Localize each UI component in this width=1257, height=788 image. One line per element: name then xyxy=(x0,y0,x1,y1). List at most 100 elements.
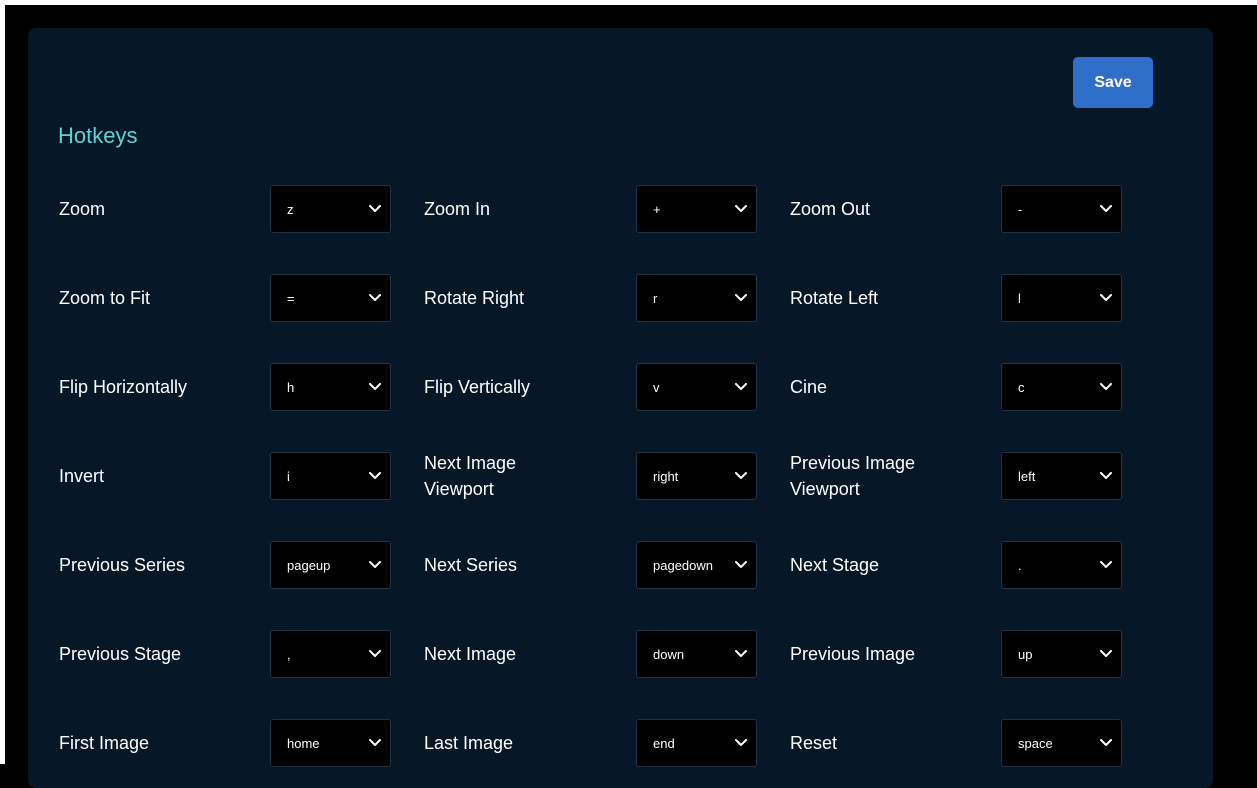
hotkey-label-next-stage: Next Stage xyxy=(790,550,879,580)
hotkey-label-previous-stage: Previous Stage xyxy=(59,639,181,669)
hotkey-label-reset: Reset xyxy=(790,728,837,758)
chevron-down-icon xyxy=(1095,465,1117,487)
hotkey-label-first-image: First Image xyxy=(59,728,149,758)
hotkey-select-value: pageup xyxy=(287,557,331,573)
hotkey-label-zoom-to-fit: Zoom to Fit xyxy=(59,283,150,313)
hotkey-select-rotate-right[interactable]: r xyxy=(636,274,757,322)
hotkey-select-zoom[interactable]: z xyxy=(270,185,391,233)
hotkey-label-line: Zoom xyxy=(59,199,106,219)
hotkey-select-flip-vertically[interactable]: v xyxy=(636,363,757,411)
hotkey-label-previous-image-viewport: Previous Image Viewport xyxy=(790,446,915,506)
hotkey-label-cine: Cine xyxy=(790,372,827,402)
chevron-down-icon xyxy=(364,465,386,487)
hotkey-label-line: Next Image xyxy=(424,644,517,664)
hotkey-select-next-series[interactable]: pagedown xyxy=(636,541,757,589)
hotkey-label-line: Previous Series xyxy=(59,555,186,575)
hotkey-select-value: . xyxy=(1018,557,1022,573)
hotkey-select-zoom-out[interactable]: - xyxy=(1001,185,1122,233)
hotkey-select-previous-series[interactable]: pageup xyxy=(270,541,391,589)
hotkey-label-next-image-viewport: Next Image Viewport xyxy=(424,446,516,506)
hotkey-label-line: Flip Horizontally xyxy=(59,377,188,397)
hotkey-label-invert: Invert xyxy=(59,461,104,491)
chevron-down-icon xyxy=(730,376,752,398)
hotkey-select-value: l xyxy=(1018,290,1021,306)
hotkey-label-line: Cine xyxy=(790,377,828,397)
hotkey-select-flip-horizontally[interactable]: h xyxy=(270,363,391,411)
chevron-down-icon xyxy=(1095,198,1117,220)
hotkey-label-rotate-left: Rotate Left xyxy=(790,283,878,313)
hotkey-select-value: end xyxy=(653,735,675,751)
hotkey-label-line: Zoom In xyxy=(424,199,491,219)
hotkey-label-zoom-in: Zoom In xyxy=(424,194,490,224)
hotkey-select-value: = xyxy=(287,290,295,306)
chevron-down-icon xyxy=(364,732,386,754)
chevron-down-icon xyxy=(1095,287,1117,309)
hotkey-select-value: left xyxy=(1018,468,1036,484)
hotkey-label-line: Previous Image xyxy=(790,453,916,473)
chevron-down-icon xyxy=(730,287,752,309)
hotkey-select-value: i xyxy=(287,468,290,484)
hotkey-select-first-image[interactable]: home xyxy=(270,719,391,767)
hotkey-select-value: h xyxy=(287,379,295,395)
chevron-down-icon xyxy=(1095,732,1117,754)
hotkey-select-value: z xyxy=(287,201,294,217)
hotkey-select-value: space xyxy=(1018,735,1053,751)
hotkey-select-value: up xyxy=(1018,646,1033,662)
hotkey-select-zoom-in[interactable]: + xyxy=(636,185,757,233)
hotkey-label-rotate-right: Rotate Right xyxy=(424,283,524,313)
hotkey-label-zoom-out: Zoom Out xyxy=(790,194,870,224)
hotkey-select-zoom-to-fit[interactable]: = xyxy=(270,274,391,322)
hotkey-label-last-image: Last Image xyxy=(424,728,513,758)
hotkey-select-previous-stage[interactable]: , xyxy=(270,630,391,678)
hotkey-select-next-image-viewport[interactable]: right xyxy=(636,452,757,500)
hotkey-label-line: Flip Vertically xyxy=(424,377,531,397)
hotkey-select-last-image[interactable]: end xyxy=(636,719,757,767)
hotkey-select-value: down xyxy=(653,646,685,662)
hotkey-label-line: Viewport xyxy=(790,479,860,499)
screen-border-top xyxy=(0,0,1257,5)
hotkey-select-cine[interactable]: c xyxy=(1001,363,1122,411)
hotkey-label-zoom: Zoom xyxy=(59,194,105,224)
hotkey-label-line: Previous Image xyxy=(790,644,916,664)
hotkey-select-previous-image-viewport[interactable]: left xyxy=(1001,452,1122,500)
chevron-down-icon xyxy=(364,198,386,220)
chevron-down-icon xyxy=(364,643,386,665)
hotkey-label-line: Next Image xyxy=(424,453,517,473)
hotkey-label-line: Viewport xyxy=(424,479,494,499)
hotkey-label-line: Zoom to Fit xyxy=(59,288,151,308)
chevron-down-icon xyxy=(364,376,386,398)
hotkey-select-invert[interactable]: i xyxy=(270,452,391,500)
hotkey-label-line: First Image xyxy=(59,733,150,753)
hotkey-label-line: Last Image xyxy=(424,733,514,753)
hotkey-label-line: Next Stage xyxy=(790,555,880,575)
hotkey-label-next-image: Next Image xyxy=(424,639,516,669)
chevron-down-icon xyxy=(1095,554,1117,576)
hotkey-label-previous-series: Previous Series xyxy=(59,550,185,580)
hotkey-select-value: right xyxy=(653,468,679,484)
hotkey-select-value: c xyxy=(1018,379,1025,395)
chevron-down-icon xyxy=(730,732,752,754)
chevron-down-icon xyxy=(730,554,752,576)
hotkey-select-previous-image[interactable]: up xyxy=(1001,630,1122,678)
chevron-down-icon xyxy=(1095,643,1117,665)
save-button[interactable]: Save xyxy=(1073,57,1153,108)
hotkey-select-next-image[interactable]: down xyxy=(636,630,757,678)
hotkey-label-line: Next Series xyxy=(424,555,518,575)
screen-border-left xyxy=(0,0,5,764)
chevron-down-icon xyxy=(364,554,386,576)
hotkey-select-value: + xyxy=(653,201,661,217)
section-title-hotkeys: Hotkeys xyxy=(58,123,138,148)
hotkey-label-previous-image: Previous Image xyxy=(790,639,915,669)
chevron-down-icon xyxy=(730,198,752,220)
hotkey-label-flip-vertically: Flip Vertically xyxy=(424,372,530,402)
hotkey-select-value: - xyxy=(1018,201,1023,217)
chevron-down-icon xyxy=(1095,376,1117,398)
chevron-down-icon xyxy=(730,465,752,487)
hotkey-label-flip-horizontally: Flip Horizontally xyxy=(59,372,187,402)
hotkey-select-value: pagedown xyxy=(653,557,713,573)
hotkey-select-reset[interactable]: space xyxy=(1001,719,1122,767)
hotkey-select-value: , xyxy=(287,646,291,662)
hotkey-select-rotate-left[interactable]: l xyxy=(1001,274,1122,322)
hotkey-select-value: v xyxy=(653,379,660,395)
hotkey-select-next-stage[interactable]: . xyxy=(1001,541,1122,589)
